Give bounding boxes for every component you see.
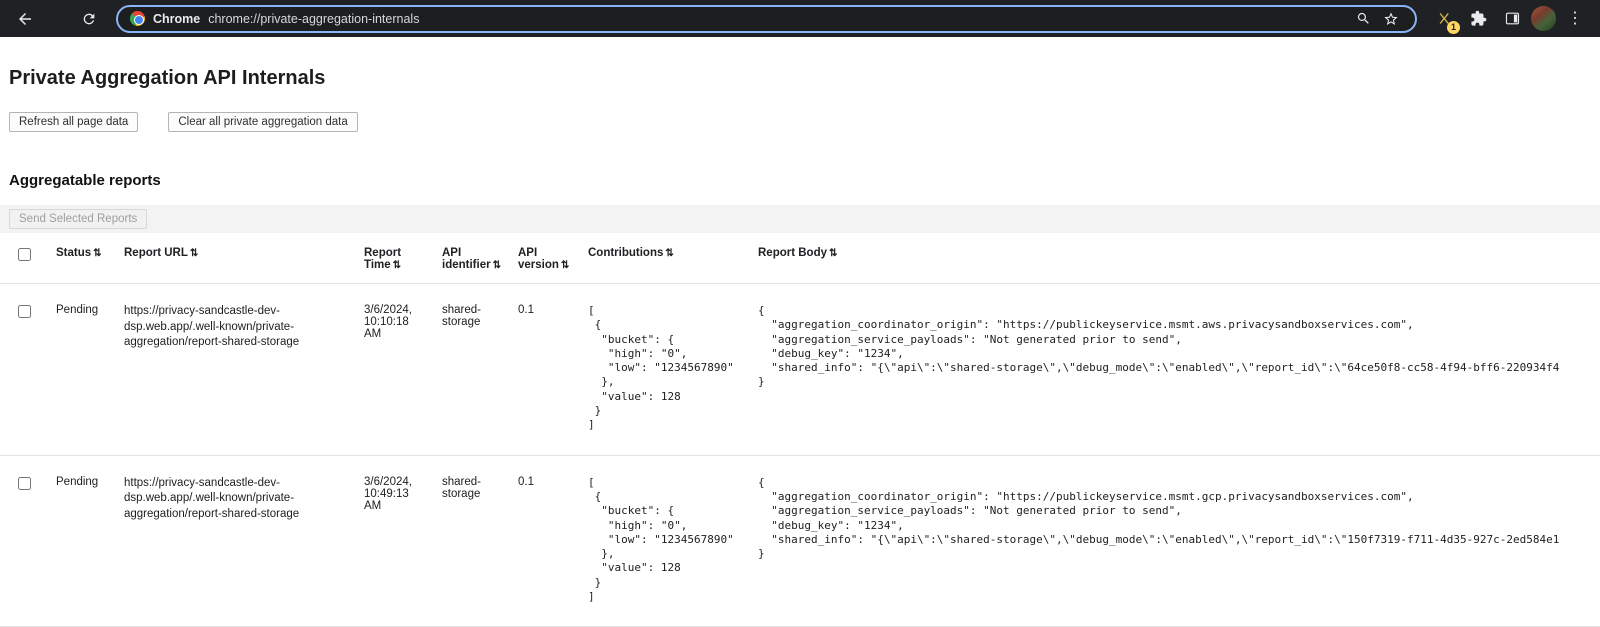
section-title-aggregatable-reports: Aggregatable reports xyxy=(9,172,1600,189)
aggregatable-reports-table: Status⇅ Report URL⇅ Report Time⇅ API ide… xyxy=(0,233,1600,627)
cell-api-identifier: shared-storage xyxy=(434,284,510,456)
extensions-puzzle-icon[interactable] xyxy=(1463,4,1493,34)
column-header-report-time[interactable]: Report Time⇅ xyxy=(356,233,434,284)
clear-all-private-aggregation-data-button[interactable]: Clear all private aggregation data xyxy=(168,112,357,132)
omnibox[interactable]: Chrome chrome://private-aggregation-inte… xyxy=(116,5,1417,33)
cell-status: Pending xyxy=(48,284,116,456)
extension-badge: 1 xyxy=(1447,21,1460,34)
sort-icon: ⇅ xyxy=(190,248,198,259)
omnibox-url[interactable]: chrome://private-aggregation-internals xyxy=(208,12,1343,26)
sort-icon: ⇅ xyxy=(829,248,837,259)
bookmark-star-icon[interactable] xyxy=(1379,7,1403,31)
cell-report-time: 3/6/2024, 10:49:13 AM xyxy=(356,455,434,627)
column-header-api-version[interactable]: API version⇅ xyxy=(510,233,580,284)
send-selected-reports-button[interactable]: Send Selected Reports xyxy=(9,209,147,229)
reload-icon xyxy=(81,11,97,27)
cell-report-url: https://privacy-sandcastle-dev-dsp.web.a… xyxy=(116,284,356,456)
cell-report-body-json: { "aggregation_coordinator_origin": "htt… xyxy=(758,304,1592,390)
table-row: Pending https://privacy-sandcastle-dev-d… xyxy=(0,455,1600,627)
cell-api-version: 0.1 xyxy=(510,284,580,456)
refresh-all-page-data-button[interactable]: Refresh all page data xyxy=(9,112,138,132)
cell-report-time: 3/6/2024, 10:10:18 AM xyxy=(356,284,434,456)
reload-button[interactable] xyxy=(74,4,104,34)
pinned-extension-icon[interactable]: 1 xyxy=(1429,4,1459,34)
back-arrow-icon xyxy=(16,10,34,28)
private-aggregation-internals-page: Private Aggregation API Internals Refres… xyxy=(0,67,1600,627)
kebab-menu-icon[interactable]: ⋮ xyxy=(1560,4,1590,34)
page-title: Private Aggregation API Internals xyxy=(9,67,1600,90)
table-header-row: Status⇅ Report URL⇅ Report Time⇅ API ide… xyxy=(0,233,1600,284)
omnibox-chrome-label: Chrome xyxy=(153,12,200,26)
side-panel-icon[interactable] xyxy=(1497,4,1527,34)
cell-contributions-json: [ { "bucket": { "high": "0", "low": "123… xyxy=(588,476,742,605)
cell-status: Pending xyxy=(48,455,116,627)
row-select-checkbox[interactable] xyxy=(18,477,31,490)
table-toolbar-strip: Send Selected Reports xyxy=(0,205,1600,233)
profile-avatar[interactable] xyxy=(1531,6,1556,31)
column-header-report-url[interactable]: Report URL⇅ xyxy=(116,233,356,284)
cell-api-version: 0.1 xyxy=(510,455,580,627)
cell-api-identifier: shared-storage xyxy=(434,455,510,627)
table-row: Pending https://privacy-sandcastle-dev-d… xyxy=(0,284,1600,456)
sort-icon: ⇅ xyxy=(93,248,101,259)
sort-icon: ⇅ xyxy=(665,248,673,259)
cell-report-url: https://privacy-sandcastle-dev-dsp.web.a… xyxy=(116,455,356,627)
cell-contributions-json: [ { "bucket": { "high": "0", "low": "123… xyxy=(588,304,742,433)
row-select-checkbox[interactable] xyxy=(18,305,31,318)
sort-icon: ⇅ xyxy=(561,260,569,271)
search-icon[interactable] xyxy=(1351,7,1375,31)
cell-report-body-json: { "aggregation_coordinator_origin": "htt… xyxy=(758,476,1592,562)
page-actions: Refresh all page data Clear all private … xyxy=(9,112,1600,132)
chrome-logo-icon xyxy=(130,11,145,26)
column-header-status[interactable]: Status⇅ xyxy=(48,233,116,284)
column-header-contributions[interactable]: Contributions⇅ xyxy=(580,233,750,284)
column-header-api-identifier[interactable]: API identifier⇅ xyxy=(434,233,510,284)
column-header-report-body[interactable]: Report Body⇅ xyxy=(750,233,1600,284)
browser-toolbar: Chrome chrome://private-aggregation-inte… xyxy=(0,0,1600,37)
back-button[interactable] xyxy=(10,4,40,34)
sort-icon: ⇅ xyxy=(393,260,401,271)
sort-icon: ⇅ xyxy=(493,260,501,271)
select-all-checkbox[interactable] xyxy=(18,248,31,261)
